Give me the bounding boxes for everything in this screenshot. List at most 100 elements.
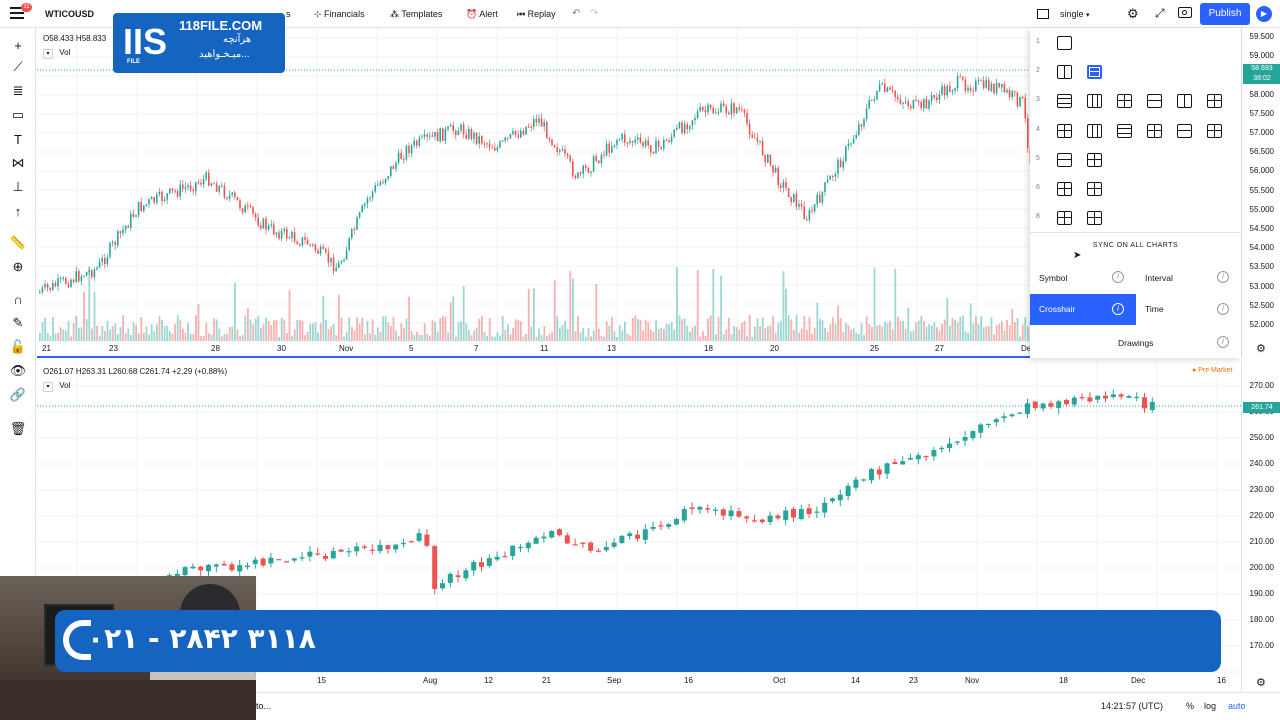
trend-line-icon[interactable]: ⟋ xyxy=(9,58,27,76)
layout-dropdown[interactable]: single ▾ xyxy=(1060,9,1090,19)
layout-option-icon[interactable] xyxy=(1057,182,1072,196)
fullscreen-icon[interactable]: ⤢ xyxy=(1155,6,1165,21)
layout-option-icon[interactable] xyxy=(1207,94,1222,108)
zoom-icon[interactable]: ⊕ xyxy=(9,258,27,276)
play-icon[interactable]: ▶ xyxy=(1256,6,1272,22)
time-tick-label: Dec xyxy=(1131,676,1146,685)
auto-toggle[interactable]: auto xyxy=(1228,701,1246,711)
sync-drawings-option[interactable]: Drawings i xyxy=(1030,328,1241,358)
trash-icon[interactable]: 🗑 xyxy=(9,420,27,438)
layout-option-icon[interactable] xyxy=(1147,124,1162,138)
layout-option-icon[interactable] xyxy=(1087,124,1102,138)
gear-icon[interactable]: ⚙ xyxy=(1256,676,1266,689)
ruler-icon[interactable]: 📏 xyxy=(9,234,27,252)
fib-icon[interactable]: ≣ xyxy=(9,82,27,100)
collapse-icon[interactable]: ▾ xyxy=(43,49,53,59)
layout-option-icon[interactable] xyxy=(1057,124,1072,138)
sync-interval-option[interactable]: Interval i xyxy=(1136,264,1241,294)
replay-button[interactable]: ⏮ Replay xyxy=(517,9,556,20)
lock-icon[interactable]: 🔓 xyxy=(9,338,27,356)
layout-option-icon[interactable] xyxy=(1057,36,1072,50)
camera-icon[interactable] xyxy=(1178,7,1192,18)
price-scale-bottom[interactable]: 270.00260.00250.00240.00230.00220.00210.… xyxy=(1241,362,1280,692)
candle xyxy=(954,441,960,443)
time-tick-label: 18 xyxy=(1059,676,1068,685)
clock[interactable]: 14:21:57 (UTC) xyxy=(1101,701,1163,711)
layout-icon[interactable] xyxy=(1037,9,1049,19)
layout-option-icon[interactable] xyxy=(1087,153,1102,167)
sync-time-option[interactable]: Time i xyxy=(1136,294,1241,325)
goto-button[interactable]: to... xyxy=(256,701,271,711)
candle xyxy=(964,79,967,91)
candle xyxy=(184,187,187,189)
text-icon[interactable]: T xyxy=(9,130,27,148)
volume-bar xyxy=(673,329,676,341)
volume-bar xyxy=(689,331,691,341)
layout-option-icon[interactable] xyxy=(1087,182,1102,196)
undo-icon[interactable]: ↶ xyxy=(572,8,580,19)
gear-icon[interactable]: ⚙ xyxy=(1127,6,1139,22)
financials-button[interactable]: ⊹ Financials xyxy=(314,9,365,20)
price-tick-label: 57.500 xyxy=(1249,108,1274,118)
volume-bar xyxy=(709,315,712,341)
layout-option-icon[interactable] xyxy=(1117,124,1132,138)
sync-symbol-option[interactable]: Symbol i xyxy=(1030,264,1135,294)
info-icon[interactable]: i xyxy=(1217,271,1229,283)
candle xyxy=(366,198,369,204)
lock-draw-icon[interactable]: ✎ xyxy=(9,314,27,332)
layout-option-icon[interactable] xyxy=(1057,211,1072,225)
layout-option-icon[interactable] xyxy=(1207,124,1222,138)
candle xyxy=(845,146,847,162)
log-toggle[interactable]: log xyxy=(1204,701,1216,711)
price-tick-label: 55.000 xyxy=(1249,204,1274,214)
gear-icon[interactable]: ⚙ xyxy=(1256,342,1266,355)
volume-bar xyxy=(759,325,761,341)
price-tick-label: 53.000 xyxy=(1249,281,1274,291)
info-icon[interactable]: i xyxy=(1112,303,1124,315)
logo-tagline-2: میـخـواهید... xyxy=(199,49,250,60)
eye-icon[interactable]: 👁 xyxy=(9,362,27,380)
volume-bar xyxy=(150,324,153,341)
volume-bar xyxy=(681,319,683,341)
publish-button[interactable]: Publish xyxy=(1200,3,1250,25)
layout-option-icon[interactable] xyxy=(1117,94,1132,108)
collapse-icon[interactable]: ▾ xyxy=(43,382,53,392)
measure-icon[interactable]: ⊥ xyxy=(9,178,27,196)
price-tick-label: 56.000 xyxy=(1249,166,1274,176)
arrow-icon[interactable]: ↑ xyxy=(9,202,27,220)
link-icon[interactable]: 🔗 xyxy=(9,386,27,404)
info-icon[interactable]: i xyxy=(1217,336,1229,348)
volume-bar xyxy=(494,336,496,341)
layout-option-icon[interactable] xyxy=(1057,65,1072,79)
layout-option-icon[interactable] xyxy=(1147,94,1162,108)
info-icon[interactable]: i xyxy=(1217,303,1229,315)
rectangle-icon[interactable]: ▭ xyxy=(9,106,27,124)
layout-option-icon[interactable] xyxy=(1087,65,1102,79)
volume-bar xyxy=(358,323,361,341)
templates-button[interactable]: ⁂ Templates xyxy=(390,9,442,20)
layout-option-icon[interactable] xyxy=(1177,124,1192,138)
layout-option-icon[interactable] xyxy=(1087,211,1102,225)
layout-option-icon[interactable] xyxy=(1057,153,1072,167)
volume-bar xyxy=(335,335,338,341)
candle xyxy=(514,130,517,135)
magnet-icon[interactable]: ∩ xyxy=(9,290,27,308)
candle xyxy=(280,230,283,239)
crosshair-icon[interactable]: + xyxy=(9,36,27,54)
layout-option-icon[interactable] xyxy=(1057,94,1072,108)
sync-crosshair-option[interactable]: Crosshair i xyxy=(1030,294,1136,325)
percent-toggle[interactable]: % xyxy=(1186,701,1194,711)
info-icon[interactable]: i xyxy=(1112,271,1124,283)
volume-bar xyxy=(712,269,715,341)
symbol-search[interactable]: WTICOUSD xyxy=(45,9,94,19)
volume-bar xyxy=(504,329,507,341)
pattern-icon[interactable]: ⋈ xyxy=(9,154,27,172)
candle xyxy=(62,278,64,280)
layout-option-icon[interactable] xyxy=(1087,94,1102,108)
alert-button[interactable]: ⏰ Alert xyxy=(466,9,498,20)
volume-bar xyxy=(642,330,644,341)
layout-option-icon[interactable] xyxy=(1177,94,1192,108)
price-scale-top[interactable]: 59.50059.00058.50058.00057.50057.00056.5… xyxy=(1241,28,1280,358)
candle xyxy=(527,126,530,128)
redo-icon[interactable]: ↷ xyxy=(590,8,598,19)
